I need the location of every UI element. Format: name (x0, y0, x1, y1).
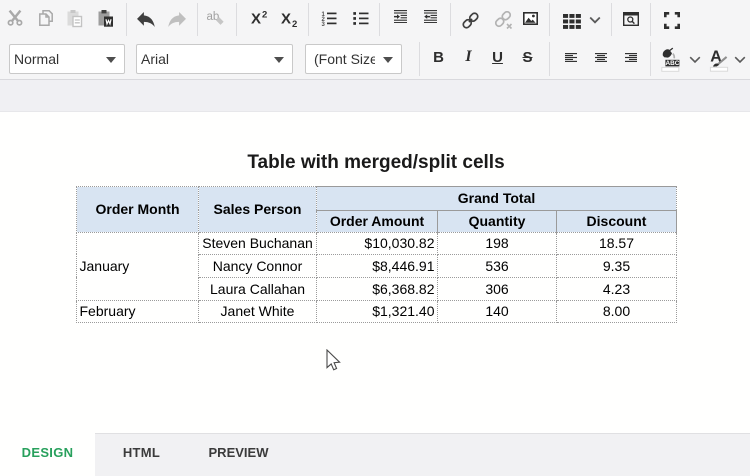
svg-text:X: X (251, 11, 261, 28)
svg-text:X: X (281, 11, 291, 28)
svg-text:3: 3 (322, 22, 326, 26)
svg-text:2: 2 (292, 19, 297, 28)
svg-text:ABC: ABC (665, 60, 679, 67)
svg-text:2: 2 (262, 10, 267, 21)
